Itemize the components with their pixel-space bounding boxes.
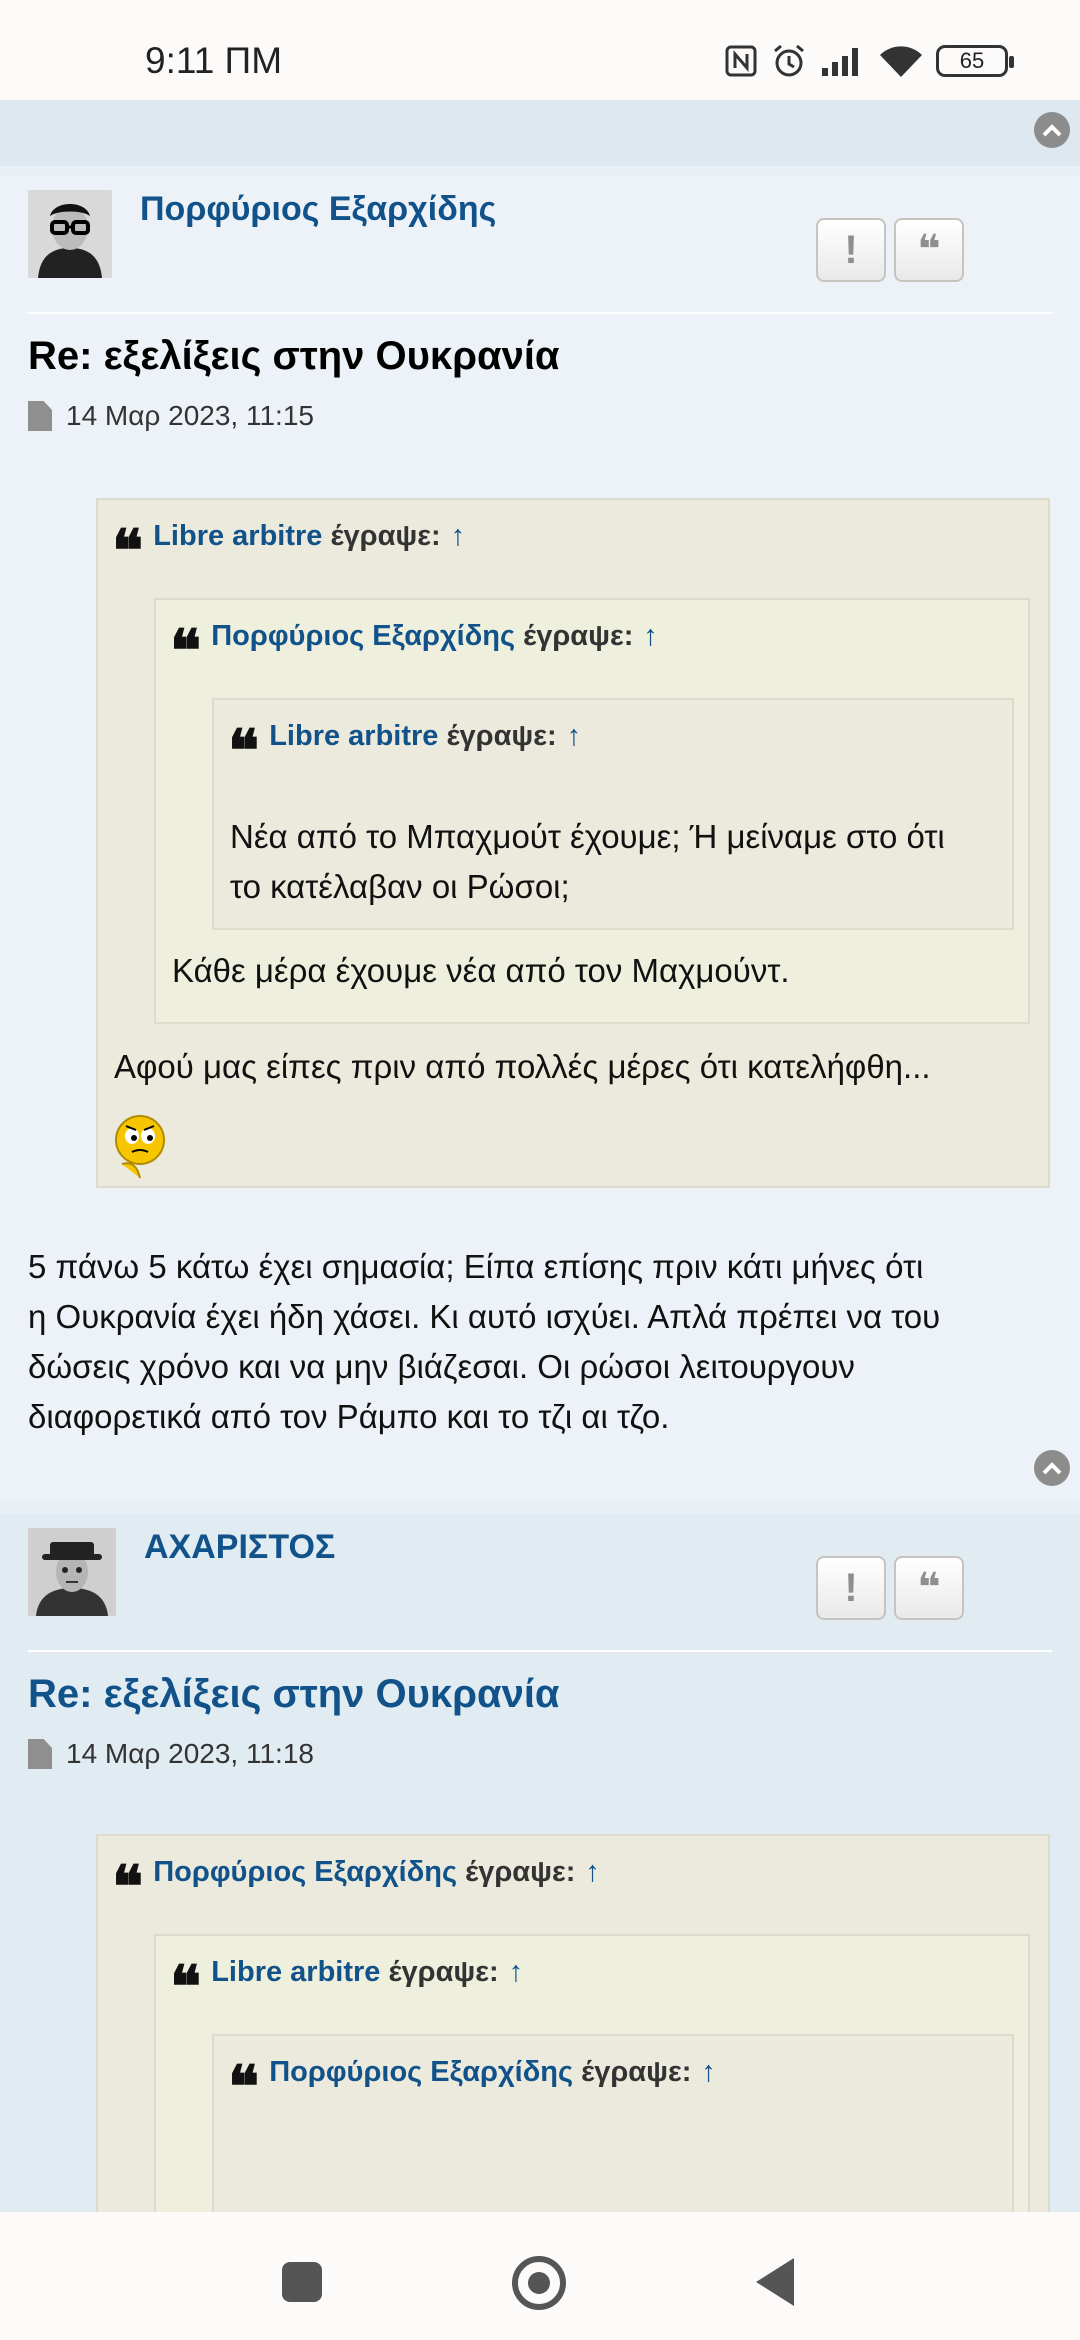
quote-button[interactable]: ❝ [894,218,964,282]
alarm-icon [774,44,804,77]
post-meta: 14 Μαρ 2023, 11:15 [28,400,314,432]
quote-line: Νέα από το Μπαχμούτ έχουμε; Ή μείναμε στ… [230,818,945,855]
avatar[interactable] [28,190,112,278]
quote-author-link[interactable]: Libre arbitre [211,1956,380,1989]
post-icon [28,1739,52,1769]
system-navigation-bar [0,2212,1080,2340]
quote-header: ❝ Libre arbitre έγραψε: ↑ [228,716,582,785]
quote-header: ❝ Libre arbitre έγραψε: ↑ [112,516,466,585]
previous-post-tail [0,100,1080,166]
quote-source-link[interactable]: ↑ [643,620,658,653]
signal-icon [822,48,858,76]
quote-text: Αφού μας είπες πριν από πολλές μέρες ότι… [114,1048,931,1085]
post-line: δώσεις χρόνο και να μην βιάζεσαι. Οι ρώσ… [28,1348,855,1385]
quote-wrote: έγραψε: [581,2056,692,2088]
blockquote: ❝ Πορφύριος Εξαρχίδης έγραψε: ↑ ❝ Libre … [154,598,1030,1024]
quote-header: ❝ Πορφύριος Εξαρχίδης έγραψε: ↑ [170,616,658,685]
quote-button[interactable]: ❝ [894,1556,964,1620]
quote-author-link[interactable]: Πορφύριος Εξαρχίδης [153,1856,457,1889]
post-meta: 14 Μαρ 2023, 11:18 [28,1738,314,1770]
quote-author-link[interactable]: Πορφύριος Εξαρχίδης [211,620,515,653]
post-author[interactable]: ΑΧΑΡΙΣΤΟΣ [144,1528,335,1567]
post-body: 5 πάνω 5 κάτω έχει σημασία; Είπα επίσης … [28,1242,1058,1442]
quote-wrote: έγραψε: [388,1956,499,1988]
post: ΑΧΑΡΙΣΤΟΣ ! ❝ Re: εξελίξεις στην Ουκρανί… [0,1514,1080,2340]
quote-source-link[interactable]: ↑ [509,1956,524,1989]
back-button[interactable] [756,2258,794,2306]
divider [28,1650,1052,1652]
quote-author-link[interactable]: Libre arbitre [153,520,322,553]
back-to-top-button[interactable] [1034,112,1070,148]
status-bar: 9:11 ΠΜ 65 [0,0,1080,100]
quote-text: Κάθε μέρα έχουμε νέα από τον Μαχμούντ. [172,952,790,989]
post-actions: ! ❝ [816,1556,964,1620]
chevron-up-icon [1042,124,1062,137]
post-title: Re: εξελίξεις στην Ουκρανία [28,334,560,378]
blockquote: ❝ Libre arbitre έγραψε: ↑ Νέα από το Μπα… [212,698,1014,930]
back-to-top-button[interactable] [1034,1450,1070,1486]
quote-header: ❝ Libre arbitre έγραψε: ↑ [170,1952,524,2021]
post-author[interactable]: Πορφύριος Εξαρχίδης [140,190,496,229]
quote-wrote: έγραψε: [465,1856,576,1888]
status-time: 9:11 ΠΜ [145,40,283,81]
nfc-icon [725,45,757,77]
quote-header: ❝ Πορφύριος Εξαρχίδης έγραψε: ↑ [112,1852,600,1921]
quote-source-link[interactable]: ↑ [451,520,466,553]
quote-text: Νέα από το Μπαχμούτ έχουμε; Ή μείναμε στ… [230,812,945,912]
chevron-up-icon [1042,1462,1062,1475]
report-button[interactable]: ! [816,1556,886,1620]
quote-line: το κατέλαβαν οι Ρώσοι; [230,868,570,905]
post-line: 5 πάνω 5 κάτω έχει σημασία; Είπα επίσης … [28,1248,924,1285]
thinking-smiley-icon [115,1115,165,1179]
quote-source-link[interactable]: ↑ [701,2056,716,2089]
quote-source-link[interactable]: ↑ [567,720,582,753]
quote-author-link[interactable]: Libre arbitre [269,720,438,753]
post-line: η Ουκρανία έχει ήδη χάσει. Κι αυτό ισχύε… [28,1298,941,1335]
quote-wrote: έγραψε: [330,520,441,552]
blockquote: ❝ Libre arbitre έγραψε: ↑ ❝ Πορφύριος Εξ… [96,498,1050,1188]
quote-wrote: έγραψε: [446,720,557,752]
post-line: διαφορετικά από τον Ράμπο και το τζι αι … [28,1398,670,1435]
home-button[interactable] [512,2256,566,2310]
quote-icon: ❝ [917,1566,941,1610]
avatar[interactable] [28,1528,116,1616]
post-date: 14 Μαρ 2023, 11:18 [66,1738,314,1769]
post-actions: ! ❝ [816,218,964,282]
quote-header: ❝ Πορφύριος Εξαρχίδης έγραψε: ↑ [228,2052,716,2121]
post-date: 14 Μαρ 2023, 11:15 [66,400,314,431]
wifi-icon [880,46,922,77]
report-button[interactable]: ! [816,218,886,282]
post: Πορφύριος Εξαρχίδης ! ❝ Re: εξελίξεις στ… [0,176,1080,1502]
quote-author-link[interactable]: Πορφύριος Εξαρχίδης [269,2056,573,2089]
status-icons: 65 [724,42,1014,80]
recents-button[interactable] [282,2262,322,2302]
quote-wrote: έγραψε: [523,620,634,652]
quote-icon: ❝ [917,228,941,272]
battery-indicator: 65 [936,45,1014,77]
quote-source-link[interactable]: ↑ [585,1856,600,1889]
post-title-link[interactable]: Re: εξελίξεις στην Ουκρανία [28,1672,560,1717]
post-icon [28,401,52,431]
divider [28,312,1052,314]
